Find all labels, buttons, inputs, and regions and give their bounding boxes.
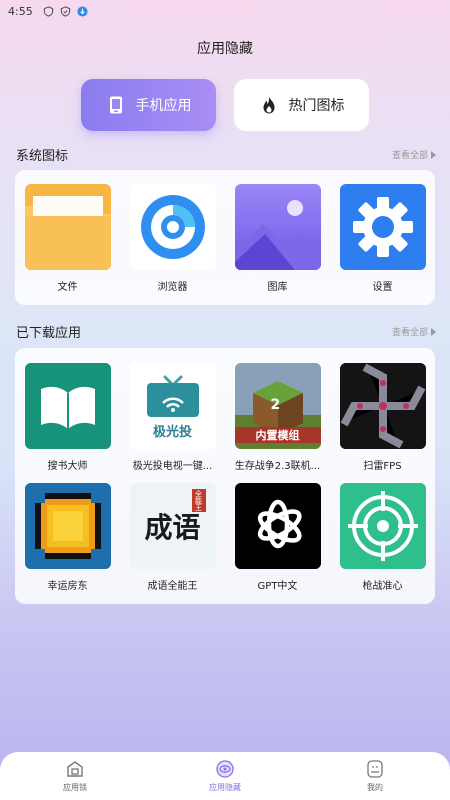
app-item-settings[interactable]: 设置 bbox=[330, 184, 435, 293]
fire-icon bbox=[263, 96, 274, 114]
app-item-soushu[interactable]: 搜书大师 bbox=[15, 363, 120, 472]
app-label: 扫雷FPS bbox=[363, 461, 402, 472]
phone-apps-label: 手机应用 bbox=[135, 98, 192, 114]
app-item-idiom-king[interactable]: 全能王 成语 成语全能王 bbox=[120, 483, 225, 592]
tile-text: 极光投 bbox=[152, 424, 192, 440]
system-icons-card: 文件 浏览器 图库 设置 bbox=[15, 170, 435, 305]
tab-profile[interactable]: 我的 bbox=[325, 759, 425, 793]
app-item-jiguangtou[interactable]: 极光投 极光投电视一键... bbox=[120, 363, 225, 472]
phone-icon bbox=[109, 96, 122, 114]
app-item-files[interactable]: 文件 bbox=[15, 184, 120, 293]
shield-icon bbox=[43, 5, 53, 17]
app-item-gpt[interactable]: GPT中文 bbox=[225, 483, 330, 592]
hot-icons-label: 热门图标 bbox=[288, 98, 345, 114]
tile-tag: 全能王 bbox=[191, 489, 206, 512]
chevron-right-icon bbox=[431, 327, 436, 336]
minesweeper-icon bbox=[339, 363, 426, 449]
book-icon bbox=[24, 363, 111, 449]
app-label: 搜书大师 bbox=[47, 461, 88, 472]
app-label: 幸运房东 bbox=[47, 581, 88, 592]
app-label: 设置 bbox=[372, 282, 393, 293]
openai-icon bbox=[234, 483, 321, 569]
phone-apps-tab[interactable]: 手机应用 bbox=[81, 79, 216, 131]
status-time: 4:55 bbox=[8, 4, 33, 18]
downloaded-section-header: 已下载应用 查看全部 bbox=[16, 322, 436, 341]
lock-icon bbox=[67, 761, 83, 777]
tile-text: 成语 bbox=[144, 511, 201, 544]
app-item-crosshair[interactable]: 枪战准心 bbox=[330, 483, 435, 592]
app-label: 图库 bbox=[267, 282, 288, 293]
gallery-icon bbox=[234, 184, 321, 270]
app-item-gallery[interactable]: 图库 bbox=[225, 184, 330, 293]
tile-text: 内置模组 bbox=[234, 427, 321, 443]
settings-icon bbox=[339, 184, 426, 270]
app-label: 生存战争2.3联机... bbox=[234, 461, 321, 472]
downloaded-view-all[interactable]: 查看全部 bbox=[392, 325, 436, 338]
app-label: 浏览器 bbox=[157, 282, 188, 293]
coin-icon bbox=[24, 483, 111, 569]
tab-app-hide[interactable]: 应用隐藏 bbox=[175, 759, 275, 793]
browser-icon bbox=[129, 184, 216, 270]
profile-icon bbox=[367, 760, 383, 778]
shield-check-icon bbox=[60, 5, 70, 17]
game-block-icon: 2 内置模组 bbox=[234, 363, 321, 449]
app-label: 极光投电视一键... bbox=[132, 461, 213, 472]
crosshair-icon bbox=[339, 483, 426, 569]
view-all-label: 查看全部 bbox=[391, 151, 428, 161]
system-view-all[interactable]: 查看全部 bbox=[392, 148, 436, 161]
chevron-right-icon bbox=[431, 150, 436, 159]
app-item-minesweeper[interactable]: 扫雷FPS bbox=[330, 363, 435, 472]
hot-icons-tab[interactable]: 热门图标 bbox=[234, 79, 369, 131]
tab-label: 应用锁 bbox=[63, 783, 87, 792]
app-item-survivalcraft[interactable]: 2 内置模组 生存战争2.3联机... bbox=[225, 363, 330, 472]
downloaded-section-title: 已下载应用 bbox=[16, 326, 82, 341]
app-label: 成语全能王 bbox=[147, 581, 198, 592]
status-bar: 4:55 bbox=[0, 0, 450, 22]
tab-label: 应用隐藏 bbox=[209, 783, 241, 792]
view-all-label: 查看全部 bbox=[391, 328, 428, 338]
hide-icon bbox=[216, 760, 234, 778]
page-title: 应用隐藏 bbox=[197, 41, 253, 57]
tile-number: 2 bbox=[270, 397, 281, 413]
folder-icon bbox=[24, 184, 111, 270]
idiom-icon: 全能王 成语 bbox=[129, 483, 216, 569]
bottom-tab-bar: 应用锁 应用隐藏 我的 bbox=[0, 752, 450, 800]
tab-app-lock[interactable]: 应用锁 bbox=[25, 759, 125, 793]
tv-cast-icon: 极光投 bbox=[129, 363, 216, 449]
app-label: 枪战准心 bbox=[362, 581, 403, 592]
app-item-browser[interactable]: 浏览器 bbox=[120, 184, 225, 293]
app-item-lucky-landlord[interactable]: 幸运房东 bbox=[15, 483, 120, 592]
app-label: 文件 bbox=[57, 282, 78, 293]
app-label: GPT中文 bbox=[257, 581, 298, 592]
download-icon bbox=[77, 5, 88, 17]
system-section-header: 系统图标 查看全部 bbox=[16, 145, 436, 164]
tab-label: 我的 bbox=[367, 783, 383, 792]
system-section-title: 系统图标 bbox=[16, 149, 69, 164]
downloaded-apps-card: 搜书大师 极光投 极光投电视一键... 2 内置模组 生存战争2.3联机... … bbox=[15, 348, 435, 604]
